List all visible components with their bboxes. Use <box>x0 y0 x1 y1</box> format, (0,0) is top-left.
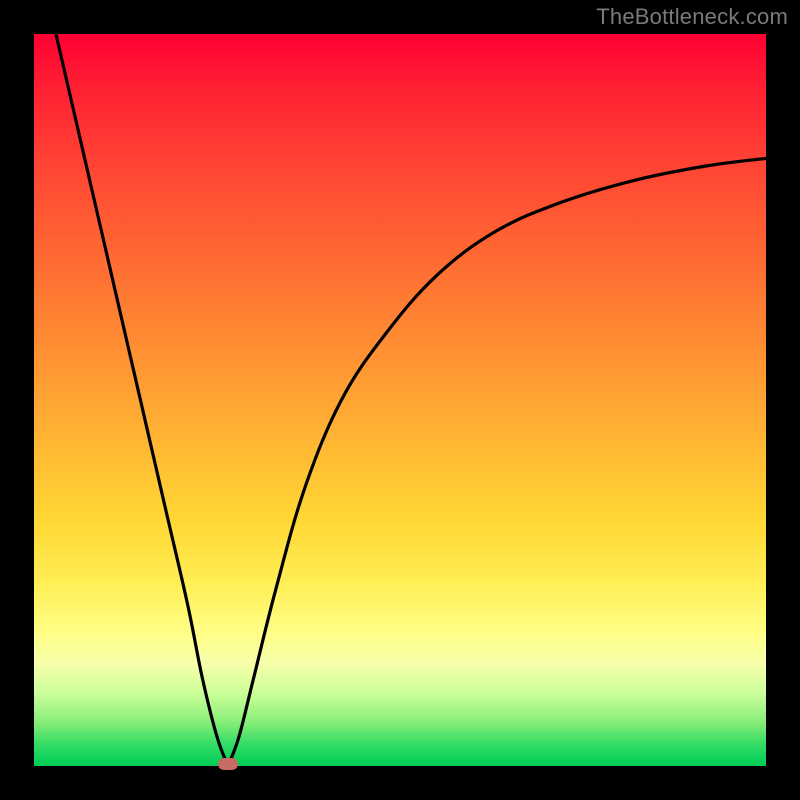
curve-left-path <box>56 34 228 766</box>
chart-frame: TheBottleneck.com <box>0 0 800 800</box>
watermark-text: TheBottleneck.com <box>596 4 788 30</box>
minimum-marker <box>218 758 238 770</box>
plot-area <box>34 34 766 766</box>
curve-right-path <box>228 158 766 766</box>
curve-svg <box>34 34 766 766</box>
